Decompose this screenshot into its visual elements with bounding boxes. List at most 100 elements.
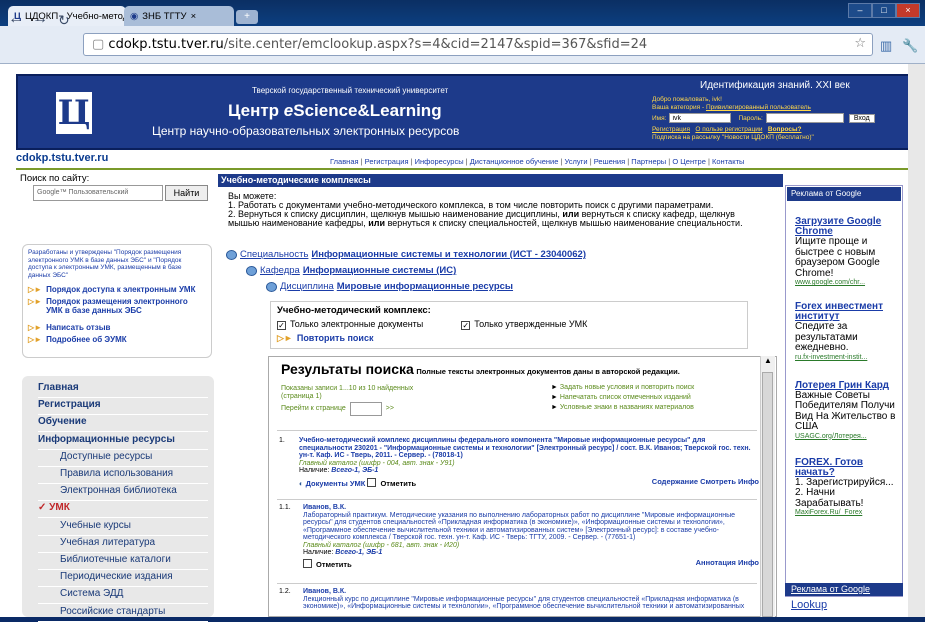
menu-item[interactable]: Обучение [38, 416, 87, 427]
close-window-button[interactable]: × [896, 3, 920, 18]
menu-separator [38, 551, 208, 553]
electronic-only-checkbox[interactable]: ✓ [277, 321, 286, 330]
ads-list: Загрузите Google Chrome Ищите проще и быс… [795, 217, 901, 517]
center-title: Центр eScience&Learning [228, 101, 442, 120]
find-button[interactable]: Найти [165, 185, 208, 201]
menu-item-label: УМК [49, 502, 70, 514]
benefit-link[interactable]: О пользе регистрации [695, 126, 762, 133]
scroll-up-icon[interactable]: ▲ [761, 356, 775, 365]
topnav-item[interactable]: Услуги [565, 157, 588, 166]
lookup-link[interactable]: Lookup [791, 599, 827, 611]
enter-button[interactable]: Вход [848, 113, 875, 123]
ad-url[interactable]: USAGC.org/Лотерея... [795, 433, 901, 440]
approved-only-checkbox[interactable]: ✓ [461, 321, 471, 330]
arrow-icon: ► [551, 384, 560, 391]
ad-title[interactable]: FOREX. Готов начать? [795, 457, 901, 478]
password-input[interactable] [765, 113, 844, 123]
page-menu-icon[interactable]: ▥ [880, 38, 892, 54]
results-scroll-thumb[interactable] [762, 372, 773, 617]
ad-body: Спедите за результатами ежедневно. [795, 321, 858, 353]
menu-item[interactable]: Информационные ресурсы [38, 434, 175, 445]
docs-icon: ◐ [299, 478, 306, 488]
close-tab-icon[interactable]: × [191, 11, 197, 22]
menu-item-label: Учебная литература [60, 536, 156, 548]
wrench-icon[interactable]: 🔧 [902, 38, 918, 54]
category-link[interactable]: Привилегированный пользователь [706, 104, 811, 111]
page-icon: ▢ [92, 37, 109, 52]
ad-url[interactable]: MaxiForex.Ru/_Forex [795, 509, 901, 516]
forward-icon[interactable]: → [32, 10, 48, 28]
menu-separator [38, 517, 208, 519]
item-links[interactable]: Содержание Смотреть Инфо [652, 477, 759, 486]
ads-header[interactable]: Реклама от Google [787, 187, 901, 201]
ad-item[interactable]: Загрузите Google Chrome Ищите проще и быс… [795, 217, 901, 287]
page-scrollbar[interactable] [908, 64, 925, 617]
menu-item[interactable]: Российские стандарты [60, 606, 165, 617]
top-navigation: Главная | Регистрация | Инфоресурсы | Ди… [330, 157, 744, 166]
info-link-more[interactable]: ▷► Подробнее об ЭУМК [28, 335, 206, 344]
menu-item-label: Регистрация [38, 399, 101, 411]
address-bar[interactable]: ▢ cdokp.tstu.tver.ru/site.center/emclook… [83, 33, 873, 56]
topnav-item[interactable]: Главная [330, 157, 359, 166]
mark-checkbox[interactable] [367, 477, 377, 487]
ad-url[interactable]: www.google.com/chr... [795, 279, 901, 286]
ads-footer-header[interactable]: Реклама от Google [785, 583, 903, 596]
goto-page-button[interactable]: >> [386, 405, 394, 413]
reload-icon[interactable]: ↻ [58, 12, 70, 29]
globe-icon [266, 281, 277, 292]
menu-item[interactable]: Учебная литература [60, 537, 155, 548]
menu-item[interactable]: Электронная библиотека [60, 485, 177, 496]
menu-item[interactable]: Главная [38, 382, 79, 393]
search-input[interactable]: Google™ Пользовательский [33, 185, 163, 201]
topnav-item[interactable]: Контакты [712, 157, 744, 166]
center-subtitle: Центр научно-образовательных электронных… [152, 124, 460, 138]
topnav-item[interactable]: Регистрация [365, 157, 409, 166]
category-text: Ваша категория - Привилегированный польз… [652, 104, 811, 111]
menu-item[interactable]: Библиотечные каталоги [60, 554, 171, 565]
topnav-item[interactable]: Партнеры [631, 157, 666, 166]
intro-text: Вы можете: 1. Работать с документами уче… [228, 191, 743, 228]
ad-title[interactable]: Forex инвестмент институт [795, 302, 901, 322]
register-link[interactable]: Регистрация [652, 126, 690, 133]
site-name[interactable]: cdokp.tstu.tver.ru [16, 152, 108, 164]
umk-docs-link[interactable]: Документы УМК [306, 479, 366, 488]
item-links[interactable]: Аннотация Инфо [696, 558, 759, 567]
menu-item[interactable]: Периодические издания [60, 571, 173, 582]
menu-item[interactable]: Учебные курсы [60, 520, 131, 531]
ad-item[interactable]: Лотерея Грин Кард Важные Советы Победител… [795, 380, 901, 440]
info-link-feedback[interactable]: ▷► Написать отзыв [28, 323, 206, 332]
maximize-button[interactable]: □ [872, 3, 896, 18]
star-icon[interactable]: ☆ [854, 36, 866, 51]
section-title: Учебно-методические комплексы [218, 174, 783, 187]
ad-title[interactable]: Лотерея Грин Кард [795, 380, 901, 391]
subscribe-link[interactable]: Подписка на рассылку "Новости ЦДОКП (бес… [652, 134, 814, 141]
menu-item[interactable]: Доступные ресурсы [60, 451, 152, 462]
ad-item[interactable]: Forex инвестмент институт Спедите за резу… [795, 302, 901, 361]
menu-item[interactable]: Правила использования [60, 468, 173, 479]
new-tab-button[interactable]: + [236, 10, 258, 24]
menu-item[interactable]: Регистрация [38, 399, 101, 410]
ad-url[interactable]: ru.fx-investment-instit... [795, 354, 901, 361]
ad-title[interactable]: Загрузите Google Chrome [795, 217, 901, 237]
topnav-item[interactable]: Инфоресурсы [415, 157, 464, 166]
topnav-item[interactable]: Дистанционное обучение [470, 157, 559, 166]
minimize-button[interactable]: – [848, 3, 872, 18]
back-icon[interactable]: ← [8, 10, 24, 28]
questions-link[interactable]: Вопросы? [768, 126, 802, 133]
ad-body: Ищите проще и быстрее с новым браузером … [795, 236, 880, 279]
info-link-access[interactable]: ▷► Порядок доступа к электронным УМК [28, 285, 206, 294]
arrow-icon: ► [551, 404, 560, 411]
mark-checkbox[interactable] [303, 558, 312, 568]
topnav-item[interactable]: О Центре [672, 157, 706, 166]
logo[interactable]: Ц [54, 90, 94, 136]
menu-item[interactable]: Система ЭДД [60, 588, 123, 599]
login-input[interactable] [669, 113, 732, 123]
topnav-item[interactable]: Решения [594, 157, 625, 166]
tab-znb[interactable]: ◉ ЗНБ ТГТУ × [124, 6, 234, 26]
info-link-placement[interactable]: ▷► Порядок размещения электронного УМК в … [28, 297, 206, 315]
menu-item[interactable]: ✓ УМК [38, 502, 70, 513]
repeat-search-link[interactable]: ▷► Повторить поиск [277, 333, 741, 344]
ad-item[interactable]: FOREX. Готов начать? 1. Зарегистрируйся..… [795, 457, 901, 516]
menu-separator [38, 534, 208, 536]
page-number-input[interactable] [349, 402, 382, 416]
